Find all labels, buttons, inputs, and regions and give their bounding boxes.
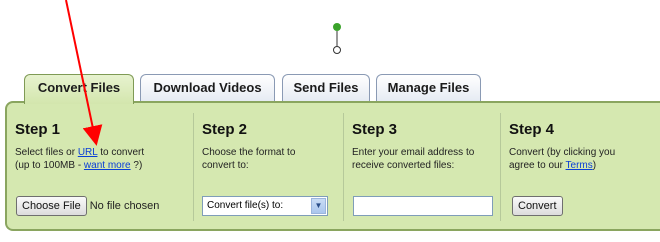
divider (343, 113, 344, 221)
tab-label: Send Files (293, 80, 359, 95)
divider (500, 113, 501, 221)
terms-link[interactable]: Terms (566, 160, 593, 171)
step-3-title: Step 3 (352, 121, 398, 138)
step-4: Step 4 Convert (by clicking you agree to… (509, 103, 659, 233)
step-2-description: Choose the format to convert to: (202, 146, 342, 172)
chevron-down-icon[interactable]: ▼ (311, 198, 326, 214)
tab-manage-files[interactable]: Manage Files (376, 74, 481, 101)
convert-panel: Step 1 Select files or URL to convert (u… (5, 101, 660, 231)
format-select[interactable]: Convert file(s) to: ▼ (202, 196, 328, 216)
step-1-description: Select files or URL to convert (up to 10… (15, 146, 190, 172)
rotate-handle-icon[interactable] (333, 23, 341, 54)
step-3-description: Enter your email address to receive conv… (352, 146, 502, 172)
step-1-text: to convert (97, 147, 145, 158)
tab-convert-files[interactable]: Convert Files (24, 74, 134, 104)
no-file-label: No file chosen (89, 200, 160, 212)
step-4-description: Convert (by clicking you agree to our Te… (509, 146, 659, 172)
step-4-text: ) (592, 160, 597, 171)
step-4-text: Convert (by clicking you (509, 147, 616, 158)
step-1-text: Select files or (15, 147, 78, 158)
step-4-text: agree to our (509, 160, 566, 171)
want-more-link[interactable]: want more (84, 160, 131, 171)
step-3-text: Enter your email address to (352, 147, 475, 158)
step-2-text: convert to: (202, 160, 249, 171)
format-select-value: Convert file(s) to: (207, 200, 284, 211)
email-wrap (353, 196, 493, 216)
step-2-title: Step 2 (202, 121, 248, 138)
file-picker: Choose File No file chosen (16, 196, 159, 216)
tab-label: Manage Files (387, 80, 470, 95)
divider (193, 113, 194, 221)
step-1: Step 1 Select files or URL to convert (u… (15, 103, 190, 233)
step-3: Step 3 Enter your email address to recei… (352, 103, 502, 233)
step-4-title: Step 4 (509, 121, 555, 138)
tab-download-videos[interactable]: Download Videos (140, 74, 275, 101)
choose-file-button[interactable]: Choose File (16, 196, 87, 216)
tab-send-files[interactable]: Send Files (282, 74, 370, 101)
format-select-wrap: Convert file(s) to: ▼ (202, 196, 328, 216)
step-1-text: ?) (130, 160, 143, 171)
tab-label: Download Videos (153, 80, 262, 95)
convert-button[interactable]: Convert (512, 196, 563, 216)
url-link[interactable]: URL (78, 147, 98, 158)
step-2-text: Choose the format to (202, 147, 296, 158)
step-1-text: (up to 100MB - (15, 160, 84, 171)
step-1-title: Step 1 (15, 121, 61, 138)
convert-wrap: Convert (512, 196, 563, 216)
step-3-text: receive converted files: (352, 160, 455, 171)
tab-label: Convert Files (37, 80, 121, 95)
step-2: Step 2 Choose the format to convert to: … (202, 103, 342, 233)
email-field[interactable] (353, 196, 493, 216)
